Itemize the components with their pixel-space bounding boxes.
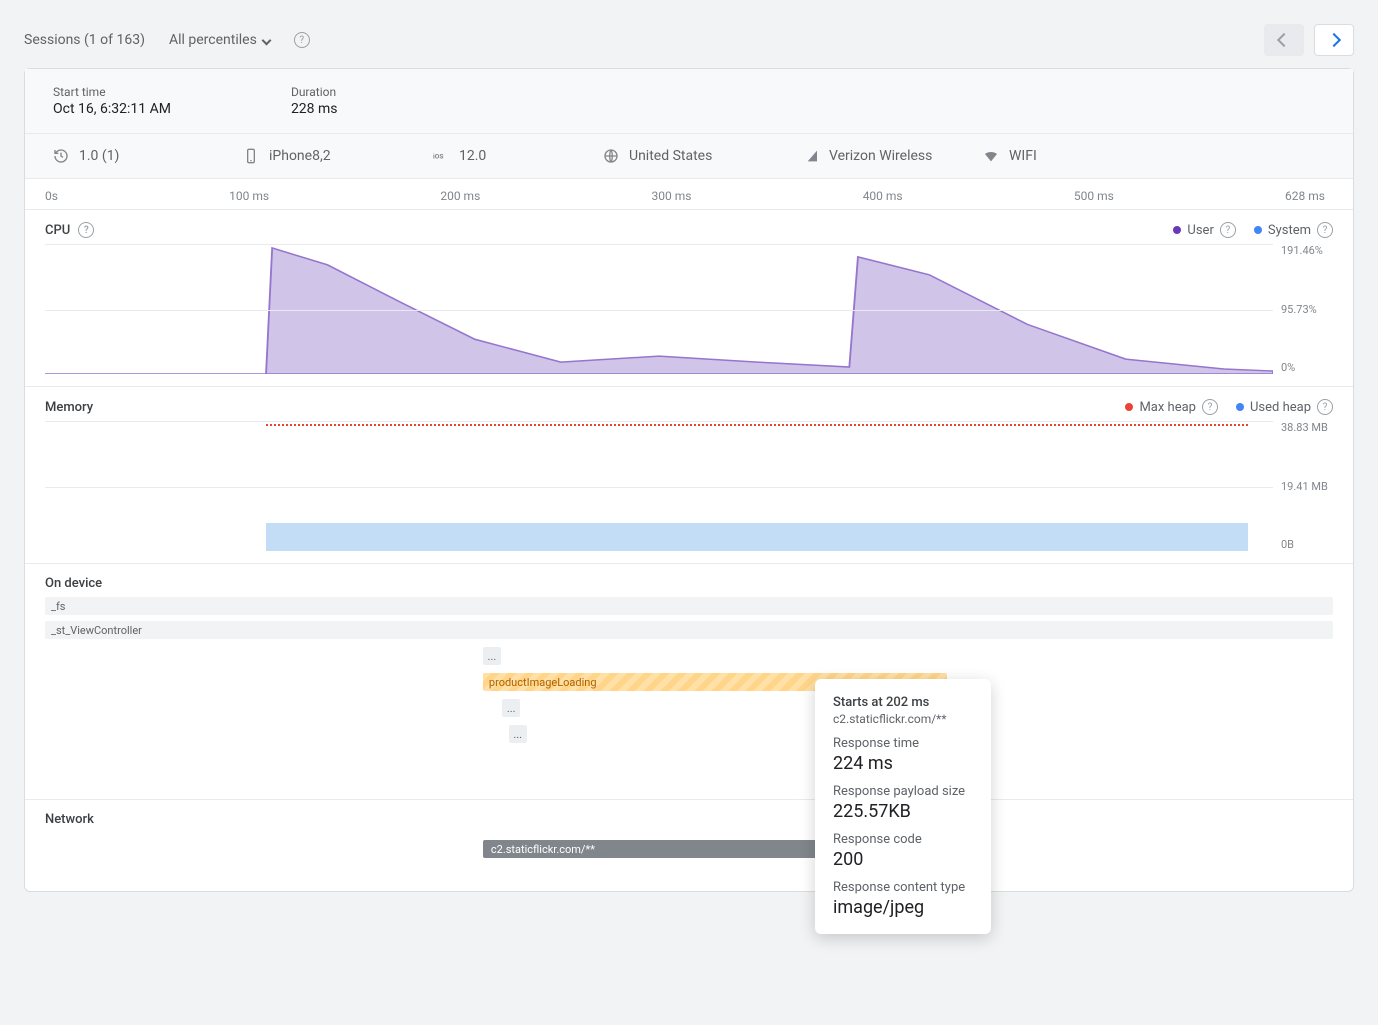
trace-segment[interactable]: ... [483, 647, 501, 665]
signal-icon [803, 148, 819, 164]
tick: 100 ms [229, 189, 269, 203]
chevron-down-icon [261, 35, 271, 45]
meta-version: 1.0 (1) [53, 148, 233, 164]
history-icon [53, 148, 69, 164]
cpu-chart[interactable] [45, 244, 1273, 374]
percentile-dropdown[interactable]: All percentiles [169, 32, 270, 48]
tooltip-code-value: 200 [833, 849, 973, 870]
ios-icon: iOS [433, 148, 449, 164]
trace-row-viewcontroller[interactable]: _st_ViewController [45, 621, 1333, 639]
cpu-y-mid: 95.73% [1281, 303, 1333, 316]
prev-session-button[interactable] [1264, 24, 1304, 56]
tick: 628 ms [1285, 189, 1325, 203]
mem-y-top: 38.83 MB [1281, 421, 1333, 434]
network-title: Network [45, 812, 94, 827]
cpu-title: CPU [45, 223, 70, 238]
legend-max-heap: Max heap? [1125, 399, 1218, 415]
meta-device: iPhone8,2 [243, 148, 423, 164]
svg-text:iOS: iOS [433, 153, 443, 161]
trace-segment[interactable]: ... [509, 725, 527, 743]
tooltip-host: c2.staticflickr.com/** [833, 712, 973, 726]
globe-icon [603, 148, 619, 164]
memory-title: Memory [45, 400, 93, 415]
meta-version-value: 1.0 (1) [79, 148, 119, 164]
legend-system: System? [1254, 222, 1333, 238]
help-icon[interactable]: ? [1202, 399, 1218, 415]
percentile-label: All percentiles [169, 32, 257, 48]
start-time-value: Oct 16, 6:32:11 AM [53, 101, 171, 117]
session-meta-row: 1.0 (1) iPhone8,2 iOS 12.0 United States… [25, 134, 1353, 179]
tooltip-type-label: Response content type [833, 880, 973, 895]
topbar: Sessions (1 of 163) All percentiles ? [24, 24, 1354, 56]
meta-connection-value: WIFI [1009, 148, 1037, 164]
network-tooltip: Starts at 202 ms c2.staticflickr.com/** … [815, 679, 991, 934]
mem-y-mid: 19.41 MB [1281, 480, 1333, 493]
tooltip-response-time-label: Response time [833, 736, 973, 751]
meta-carrier-value: Verizon Wireless [829, 148, 932, 164]
next-session-button[interactable] [1314, 24, 1354, 56]
cpu-panel: CPU ? User? System? 191.46% 95.73% 0% [25, 210, 1353, 387]
tooltip-type-value: image/jpeg [833, 897, 973, 918]
tick: 500 ms [1074, 189, 1114, 203]
dot-icon [1254, 226, 1262, 234]
help-icon[interactable]: ? [1317, 222, 1333, 238]
timeline-axis: 0s 100 ms 200 ms 300 ms 400 ms 500 ms 62… [25, 179, 1353, 210]
memory-chart[interactable] [45, 421, 1273, 551]
dot-icon [1173, 226, 1181, 234]
max-heap-line [266, 424, 1248, 426]
help-icon[interactable]: ? [1317, 399, 1333, 415]
mem-y-bot: 0B [1281, 538, 1333, 551]
ondevice-panel: On device _fs _st_ViewController ... pro… [25, 564, 1353, 800]
start-time-label: Start time [53, 85, 171, 99]
ondevice-title: On device [45, 576, 102, 591]
memory-panel: Memory Max heap? Used heap? 38.83 MB 19.… [25, 387, 1353, 564]
duration-value: 228 ms [291, 101, 338, 117]
meta-device-value: iPhone8,2 [269, 148, 331, 164]
tooltip-payload-label: Response payload size [833, 784, 973, 799]
tooltip-starts-at: Starts at 202 ms [833, 695, 973, 710]
used-heap-area [266, 523, 1248, 551]
meta-os: iOS 12.0 [433, 148, 593, 164]
tooltip-payload-value: 225.57KB [833, 801, 973, 822]
dot-icon [1125, 403, 1133, 411]
sessions-counter: Sessions (1 of 163) [24, 32, 145, 48]
duration-label: Duration [291, 85, 338, 99]
session-card: Start time Oct 16, 6:32:11 AM Duration 2… [24, 68, 1354, 892]
wifi-icon [983, 148, 999, 164]
tick: 0s [45, 189, 58, 203]
session-header: Start time Oct 16, 6:32:11 AM Duration 2… [25, 69, 1353, 134]
trace-segment[interactable]: ... [502, 699, 520, 717]
meta-carrier: Verizon Wireless [803, 148, 973, 164]
phone-icon [243, 148, 259, 164]
meta-connection: WIFI [983, 148, 1037, 164]
cpu-y-top: 191.46% [1281, 244, 1333, 257]
help-icon[interactable]: ? [78, 222, 94, 238]
tooltip-response-time-value: 224 ms [833, 753, 973, 774]
trace-row-fs[interactable]: _fs [45, 597, 1333, 615]
legend-user: User? [1173, 222, 1235, 238]
chevron-left-icon [1277, 33, 1291, 47]
legend-used-heap: Used heap? [1236, 399, 1333, 415]
tick: 300 ms [652, 189, 692, 203]
tick: 200 ms [440, 189, 480, 203]
meta-country-value: United States [629, 148, 712, 164]
dot-icon [1236, 403, 1244, 411]
network-panel: Network c2.staticflickr.com/** [25, 800, 1353, 891]
help-icon[interactable]: ? [1220, 222, 1236, 238]
help-icon[interactable]: ? [294, 32, 310, 48]
meta-country: United States [603, 148, 793, 164]
chevron-right-icon [1327, 33, 1341, 47]
tick: 400 ms [863, 189, 903, 203]
tooltip-code-label: Response code [833, 832, 973, 847]
meta-os-value: 12.0 [459, 148, 486, 164]
cpu-y-bot: 0% [1281, 361, 1333, 374]
